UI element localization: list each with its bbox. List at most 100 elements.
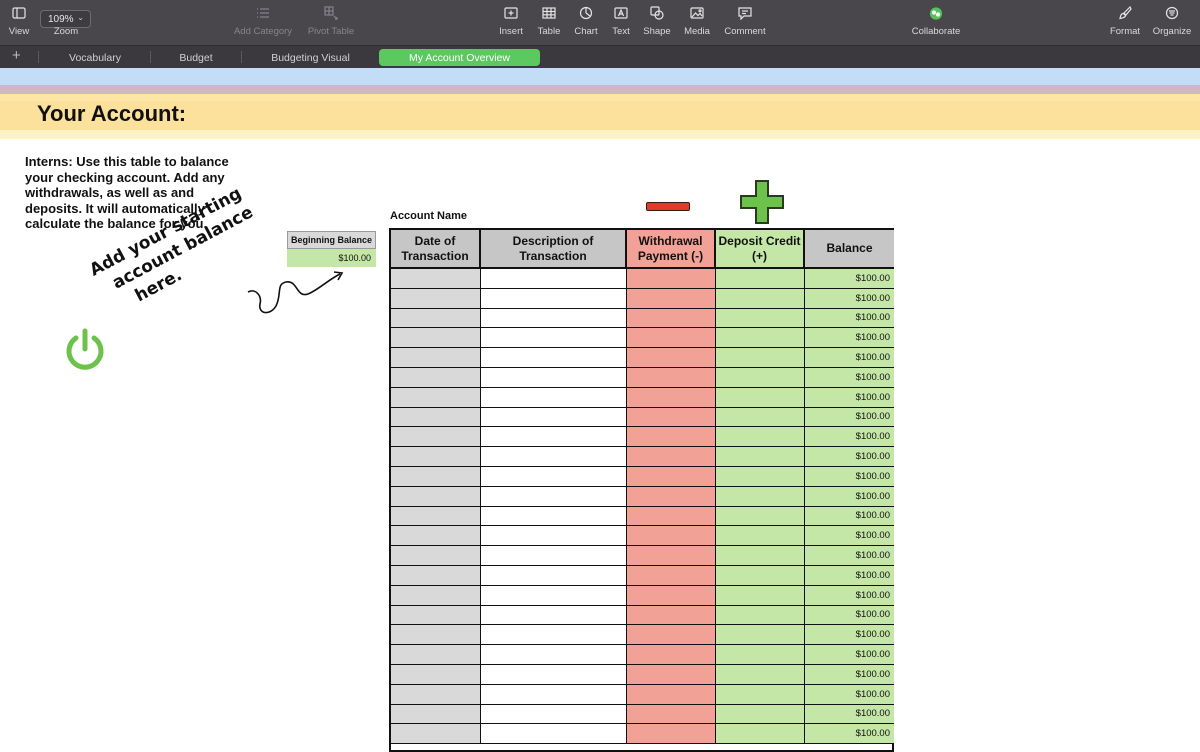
- deposit-cell[interactable]: [716, 308, 805, 329]
- deposit-cell[interactable]: [716, 605, 805, 626]
- tab-budget[interactable]: Budget: [151, 49, 241, 66]
- description-cell[interactable]: [481, 724, 627, 745]
- deposit-cell[interactable]: [716, 625, 805, 646]
- deposit-cell[interactable]: [716, 348, 805, 368]
- date-cell[interactable]: [391, 427, 481, 448]
- description-cell[interactable]: [481, 625, 627, 646]
- description-cell[interactable]: [481, 368, 627, 388]
- date-cell[interactable]: [391, 585, 481, 606]
- deposit-cell[interactable]: [716, 269, 805, 289]
- withdrawal-cell[interactable]: [627, 427, 716, 448]
- deposit-cell[interactable]: [716, 288, 805, 309]
- beginning-balance-input[interactable]: $100.00: [287, 249, 376, 267]
- deposit-cell[interactable]: [716, 387, 805, 408]
- date-cell[interactable]: [391, 447, 481, 467]
- deposit-cell[interactable]: [716, 585, 805, 606]
- description-cell[interactable]: [481, 407, 627, 428]
- date-cell[interactable]: [391, 368, 481, 388]
- tab-vocabulary[interactable]: Vocabulary: [40, 49, 150, 66]
- description-cell[interactable]: [481, 467, 627, 487]
- withdrawal-cell[interactable]: [627, 724, 716, 745]
- description-cell[interactable]: [481, 566, 627, 586]
- deposit-cell[interactable]: [716, 704, 805, 725]
- withdrawal-cell[interactable]: [627, 328, 716, 349]
- withdrawal-cell[interactable]: [627, 684, 716, 705]
- description-cell[interactable]: [481, 665, 627, 685]
- description-cell[interactable]: [481, 506, 627, 527]
- description-cell[interactable]: [481, 427, 627, 448]
- organize-button[interactable]: Organize: [1150, 0, 1194, 45]
- withdrawal-cell[interactable]: [627, 506, 716, 527]
- withdrawal-cell[interactable]: [627, 704, 716, 725]
- withdrawal-cell[interactable]: [627, 269, 716, 289]
- tab-my-account-overview[interactable]: My Account Overview: [379, 49, 540, 66]
- date-cell[interactable]: [391, 407, 481, 428]
- view-button[interactable]: View: [2, 0, 36, 45]
- withdrawal-cell[interactable]: [627, 645, 716, 665]
- deposit-cell[interactable]: [716, 566, 805, 586]
- media-button[interactable]: Media: [681, 0, 713, 45]
- date-cell[interactable]: [391, 467, 481, 487]
- text-button[interactable]: Text: [606, 0, 636, 45]
- date-cell[interactable]: [391, 308, 481, 329]
- deposit-cell[interactable]: [716, 526, 805, 547]
- date-cell[interactable]: [391, 704, 481, 725]
- deposit-cell[interactable]: [716, 467, 805, 487]
- deposit-cell[interactable]: [716, 665, 805, 685]
- description-cell[interactable]: [481, 486, 627, 507]
- date-cell[interactable]: [391, 269, 481, 289]
- date-cell[interactable]: [391, 605, 481, 626]
- date-cell[interactable]: [391, 348, 481, 368]
- date-cell[interactable]: [391, 506, 481, 527]
- deposit-cell[interactable]: [716, 447, 805, 467]
- description-cell[interactable]: [481, 546, 627, 566]
- description-cell[interactable]: [481, 348, 627, 368]
- collaborate-button[interactable]: Collaborate: [906, 0, 966, 45]
- withdrawal-cell[interactable]: [627, 288, 716, 309]
- date-cell[interactable]: [391, 526, 481, 547]
- comment-button[interactable]: Comment: [721, 0, 769, 45]
- deposit-cell[interactable]: [716, 328, 805, 349]
- description-cell[interactable]: [481, 585, 627, 606]
- deposit-cell[interactable]: [716, 506, 805, 527]
- withdrawal-cell[interactable]: [627, 447, 716, 467]
- withdrawal-cell[interactable]: [627, 605, 716, 626]
- withdrawal-cell[interactable]: [627, 407, 716, 428]
- pivot-table-button[interactable]: Pivot Table: [303, 0, 359, 45]
- withdrawal-cell[interactable]: [627, 566, 716, 586]
- withdrawal-cell[interactable]: [627, 526, 716, 547]
- chart-button[interactable]: Chart: [571, 0, 601, 45]
- shape-button[interactable]: Shape: [641, 0, 673, 45]
- add-sheet-button[interactable]: +: [12, 47, 21, 64]
- description-cell[interactable]: [481, 526, 627, 547]
- description-cell[interactable]: [481, 328, 627, 349]
- withdrawal-cell[interactable]: [627, 546, 716, 566]
- withdrawal-cell[interactable]: [627, 486, 716, 507]
- table-button[interactable]: Table: [534, 0, 564, 45]
- date-cell[interactable]: [391, 684, 481, 705]
- date-cell[interactable]: [391, 288, 481, 309]
- tab-budgeting-visual[interactable]: Budgeting Visual: [242, 49, 379, 66]
- description-cell[interactable]: [481, 269, 627, 289]
- description-cell[interactable]: [481, 704, 627, 725]
- date-cell[interactable]: [391, 625, 481, 646]
- add-category-button[interactable]: Add Category: [230, 0, 296, 45]
- date-cell[interactable]: [391, 387, 481, 408]
- deposit-cell[interactable]: [716, 407, 805, 428]
- deposit-cell[interactable]: [716, 645, 805, 665]
- withdrawal-cell[interactable]: [627, 348, 716, 368]
- date-cell[interactable]: [391, 546, 481, 566]
- description-cell[interactable]: [481, 288, 627, 309]
- description-cell[interactable]: [481, 308, 627, 329]
- deposit-cell[interactable]: [716, 368, 805, 388]
- deposit-cell[interactable]: [716, 486, 805, 507]
- description-cell[interactable]: [481, 645, 627, 665]
- date-cell[interactable]: [391, 724, 481, 745]
- date-cell[interactable]: [391, 665, 481, 685]
- withdrawal-cell[interactable]: [627, 368, 716, 388]
- date-cell[interactable]: [391, 566, 481, 586]
- format-button[interactable]: Format: [1107, 0, 1143, 45]
- date-cell[interactable]: [391, 328, 481, 349]
- description-cell[interactable]: [481, 605, 627, 626]
- withdrawal-cell[interactable]: [627, 387, 716, 408]
